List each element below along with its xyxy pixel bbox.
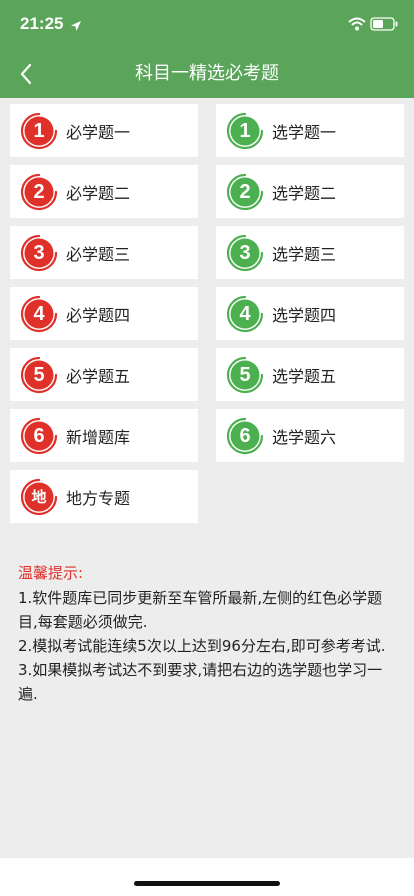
must-study-item[interactable]: 1 必学题一 [10, 104, 198, 157]
badge-number: 6 [239, 424, 251, 447]
optional-study-item[interactable]: 3 选学题三 [216, 226, 404, 279]
location-arrow-icon [70, 17, 82, 36]
badge-number: 6 [33, 424, 45, 447]
number-badge-icon: 5 [226, 356, 264, 394]
item-label: 选学题三 [272, 244, 337, 264]
must-study-item[interactable]: 地地方专题 [10, 470, 198, 523]
must-study-item[interactable]: 2 必学题二 [10, 165, 198, 218]
number-badge-icon: 2 [20, 173, 58, 211]
tips-title: 温馨提示: [18, 564, 84, 582]
badge-number: 5 [239, 363, 251, 386]
number-badge-icon: 2 [226, 173, 264, 211]
badge-number: 4 [33, 302, 45, 325]
badge-number: 2 [33, 180, 45, 203]
optional-study-item[interactable]: 5 选学题五 [216, 348, 404, 401]
number-badge-icon: 1 [226, 112, 264, 150]
badge-number: 3 [33, 241, 45, 264]
optional-study-item[interactable]: 1 选学题一 [216, 104, 404, 157]
badge-number: 2 [239, 180, 251, 203]
tip-line: 3.如果模拟考试达不到要求,请把右边的选学题也学习一遍. [18, 661, 383, 703]
tip-line: 1.软件题库已同步更新至车管所最新,左侧的红色必学题目,每套题必须做完. [18, 589, 383, 631]
item-label: 选学题四 [272, 305, 337, 325]
item-label: 必学题四 [66, 305, 131, 325]
item-label: 选学题二 [272, 183, 337, 203]
badge-number: 1 [33, 119, 45, 142]
number-badge-icon: 6 [20, 417, 58, 455]
must-study-item[interactable]: 6 新增题库 [10, 409, 198, 462]
item-label: 必学题三 [66, 244, 131, 264]
number-badge-icon: 6 [226, 417, 264, 455]
nav-header: 21:25 科目一精选必考题 [0, 0, 414, 98]
number-badge-icon: 地 [20, 478, 58, 516]
item-label: 必学题一 [66, 122, 131, 142]
item-label: 必学题二 [66, 183, 131, 203]
status-bar: 21:25 [0, 0, 414, 48]
item-label: 选学题六 [272, 427, 337, 447]
home-indicator [134, 881, 280, 886]
tips-section: 温馨提示: 1.软件题库已同步更新至车管所最新,左侧的红色必学题目,每套题必须做… [18, 560, 398, 706]
number-badge-icon: 3 [20, 234, 58, 272]
must-study-item[interactable]: 4 必学题四 [10, 287, 198, 340]
item-label: 必学题五 [66, 366, 131, 386]
must-study-item[interactable]: 3 必学题三 [10, 226, 198, 279]
optional-study-item[interactable]: 4 选学题四 [216, 287, 404, 340]
number-badge-icon: 3 [226, 234, 264, 272]
optional-study-item[interactable]: 2 选学题二 [216, 165, 404, 218]
number-badge-icon: 4 [20, 295, 58, 333]
bottom-safe-area [0, 858, 414, 896]
item-label: 选学题一 [272, 122, 337, 142]
badge-number: 1 [239, 119, 251, 142]
battery-icon [370, 16, 398, 35]
item-label: 新增题库 [66, 427, 131, 447]
wifi-icon [348, 16, 366, 35]
tip-line: 2.模拟考试能连续5次以上达到96分左右,即可参考考试. [18, 637, 386, 655]
badge-number: 地 [31, 487, 47, 506]
number-badge-icon: 5 [20, 356, 58, 394]
item-label: 选学题五 [272, 366, 337, 386]
optional-study-item[interactable]: 6 选学题六 [216, 409, 404, 462]
page-title: 科目一精选必考题 [135, 63, 279, 84]
badge-number: 4 [239, 302, 251, 325]
badge-number: 5 [33, 363, 45, 386]
badge-number: 3 [239, 241, 251, 264]
item-label: 地方专题 [66, 488, 131, 508]
number-badge-icon: 1 [20, 112, 58, 150]
status-time: 21:25 [20, 14, 64, 33]
number-badge-icon: 4 [226, 295, 264, 333]
must-study-item[interactable]: 5 必学题五 [10, 348, 198, 401]
